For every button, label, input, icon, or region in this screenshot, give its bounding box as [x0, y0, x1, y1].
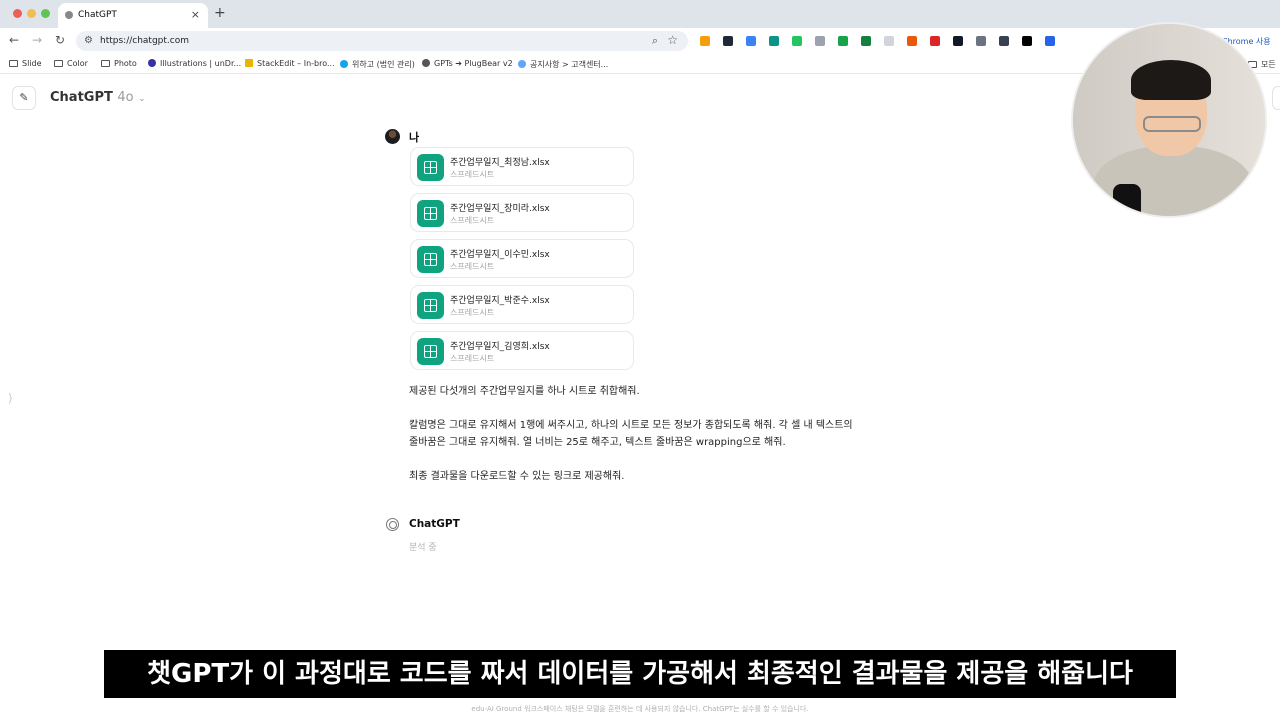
- browser-tab[interactable]: ChatGPT ×: [58, 3, 208, 28]
- extension-icon[interactable]: [1022, 36, 1032, 46]
- extension-icon[interactable]: [1045, 36, 1055, 46]
- extension-icon[interactable]: [884, 36, 894, 46]
- tab-title: ChatGPT: [78, 10, 117, 20]
- maximize-window-icon[interactable]: [41, 9, 50, 18]
- site-icon: [245, 59, 253, 67]
- webcam-overlay: [1071, 22, 1267, 218]
- model-name: ChatGPT: [50, 90, 113, 105]
- reload-icon[interactable]: ↻: [55, 33, 65, 47]
- chatgpt-favicon-icon: [65, 11, 73, 19]
- header-button[interactable]: [1272, 86, 1280, 110]
- spreadsheet-icon: [417, 154, 444, 181]
- close-window-icon[interactable]: [13, 9, 22, 18]
- bookmark-item[interactable]: 위하고 (법인 관리): [340, 59, 415, 70]
- bookmark-star-icon[interactable]: ☆: [667, 33, 678, 47]
- extension-icon[interactable]: [953, 36, 963, 46]
- extension-icon[interactable]: [930, 36, 940, 46]
- file-type: 스프레드시트: [450, 216, 495, 225]
- file-attachment[interactable]: 주간업무일지_최정남.xlsx 스프레드시트: [410, 147, 634, 186]
- extension-icon[interactable]: [815, 36, 825, 46]
- bookmark-item[interactable]: Photo: [101, 59, 137, 68]
- file-name: 주간업무일지_김영희.xlsx: [450, 342, 550, 352]
- folder-icon: [9, 60, 18, 67]
- globe-icon: [422, 59, 430, 67]
- site-info-icon[interactable]: ⚙: [84, 35, 93, 46]
- chevron-down-icon: ⌄: [138, 94, 146, 104]
- file-attachment[interactable]: 주간업무일지_장미라.xlsx 스프레드시트: [410, 193, 634, 232]
- file-name: 주간업무일지_최정남.xlsx: [450, 158, 550, 168]
- assistant-status: 분석 중: [409, 543, 437, 553]
- url-text: https://chatgpt.com: [100, 36, 189, 46]
- video-subtitle: 챗GPT가 이 과정대로 코드를 짜서 데이터를 가공해서 최종적인 결과물을 …: [104, 650, 1176, 698]
- user-message-line: 제공된 다섯개의 주간업무일지를 하나 시트로 취합해줘.: [409, 386, 640, 397]
- file-type: 스프레드시트: [450, 170, 495, 179]
- bookmark-item[interactable]: Color: [54, 59, 88, 68]
- extension-icon[interactable]: [999, 36, 1009, 46]
- sidebar-toggle-icon[interactable]: ⟩: [8, 391, 13, 405]
- bookmark-item[interactable]: 공지사항 > 고객센터...: [518, 59, 608, 70]
- model-selector[interactable]: ChatGPT 4o ⌄: [50, 90, 146, 105]
- bookmark-item[interactable]: StackEdit – In-bro...: [245, 59, 335, 68]
- tab-close-icon[interactable]: ×: [191, 8, 200, 21]
- folder-icon: [54, 60, 63, 67]
- extension-icon[interactable]: [861, 36, 871, 46]
- site-icon: [148, 59, 156, 67]
- file-type: 스프레드시트: [450, 262, 495, 271]
- file-attachment[interactable]: 주간업무일지_이수민.xlsx 스프레드시트: [410, 239, 634, 278]
- user-name: 나: [409, 131, 420, 144]
- bookmark-item[interactable]: Slide: [9, 59, 42, 68]
- spreadsheet-icon: [417, 200, 444, 227]
- extension-icon[interactable]: [976, 36, 986, 46]
- folder-icon: [101, 60, 110, 67]
- extension-icon[interactable]: [746, 36, 756, 46]
- spreadsheet-icon: [417, 292, 444, 319]
- user-message-line: 칼럼명은 그대로 유지해서 1행에 써주시고, 하나의 시트로 모든 정보가 종…: [409, 420, 853, 431]
- extension-icon[interactable]: [792, 36, 802, 46]
- user-avatar: [385, 129, 400, 144]
- new-chat-button[interactable]: ✎: [12, 86, 36, 110]
- extension-icon[interactable]: [723, 36, 733, 46]
- site-icon: [340, 60, 348, 68]
- assistant-name: ChatGPT: [409, 518, 460, 530]
- file-name: 주간업무일지_이수민.xlsx: [450, 250, 550, 260]
- bookmark-item[interactable]: GPTs ➔ PlugBear v2: [422, 59, 513, 68]
- edit-icon: ✎: [19, 91, 29, 104]
- bookmark-item[interactable]: Illustrations | unDr...: [148, 59, 241, 68]
- extension-icon[interactable]: [907, 36, 917, 46]
- forward-icon[interactable]: →: [32, 33, 42, 47]
- chatgpt-logo-icon: [386, 518, 399, 531]
- user-message-line: 줄바꿈은 그대로 유지해줘. 열 너비는 25로 해주고, 텍스트 줄바꿈은 w…: [409, 437, 786, 448]
- minimize-window-icon[interactable]: [27, 9, 36, 18]
- spreadsheet-icon: [417, 338, 444, 365]
- site-icon: [518, 60, 526, 68]
- microphone-icon: [1113, 184, 1141, 216]
- file-type: 스프레드시트: [450, 308, 495, 317]
- address-bar[interactable]: ⚙ https://chatgpt.com ⌕ ☆: [76, 31, 688, 51]
- extension-icon[interactable]: [700, 36, 710, 46]
- back-icon[interactable]: ←: [9, 33, 19, 47]
- footer-disclaimer: edu-AI Ground 워크스페이스 채팅은 모델을 훈련하는 데 사용되지…: [471, 705, 809, 713]
- file-type: 스프레드시트: [450, 354, 495, 363]
- file-name: 주간업무일지_장미라.xlsx: [450, 204, 550, 214]
- spreadsheet-icon: [417, 246, 444, 273]
- file-name: 주간업무일지_박준수.xlsx: [450, 296, 550, 306]
- zoom-icon[interactable]: ⌕: [652, 34, 658, 48]
- extension-icon[interactable]: [838, 36, 848, 46]
- extension-icon[interactable]: [769, 36, 779, 46]
- model-version: 4o: [117, 90, 134, 105]
- file-attachment[interactable]: 주간업무일지_김영희.xlsx 스프레드시트: [410, 331, 634, 370]
- user-message-line: 최종 결과물을 다운로드할 수 있는 링크로 제공해줘.: [409, 471, 625, 482]
- file-attachment[interactable]: 주간업무일지_박준수.xlsx 스프레드시트: [410, 285, 634, 324]
- new-tab-button[interactable]: +: [214, 5, 226, 21]
